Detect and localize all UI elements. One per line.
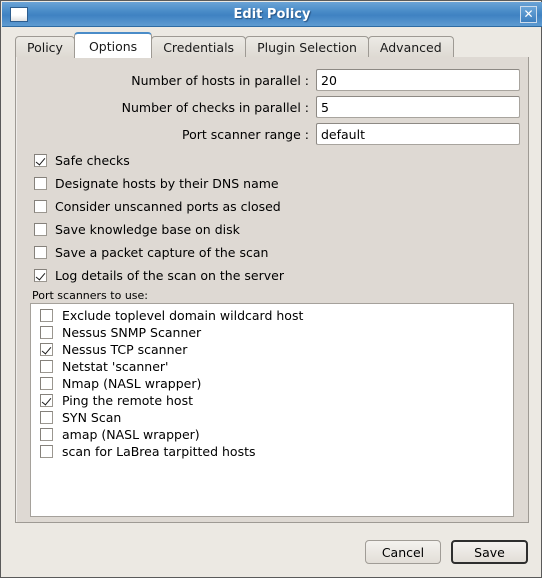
- list-item-label: Netstat 'scanner': [62, 359, 169, 374]
- checkbox-designate-hosts-dns[interactable]: [34, 177, 47, 190]
- checkbox-amap-nasl-wrapper[interactable]: [40, 428, 53, 441]
- cancel-button[interactable]: Cancel: [365, 540, 441, 564]
- option-log-scan-details[interactable]: Log details of the scan on the server: [34, 267, 284, 284]
- list-item-label: Ping the remote host: [62, 393, 193, 408]
- save-button[interactable]: Save: [451, 540, 528, 564]
- window-title: Edit Policy: [233, 6, 311, 22]
- list-item[interactable]: Nmap (NASL wrapper): [31, 375, 513, 392]
- list-item[interactable]: Nessus TCP scanner: [31, 341, 513, 358]
- label-port-scanner-range: Port scanner range :: [182, 126, 309, 142]
- checkbox-nessus-tcp-scanner[interactable]: [40, 343, 53, 356]
- checkbox-ping-remote-host[interactable]: [40, 394, 53, 407]
- field-row-hosts-parallel: Number of hosts in parallel :: [16, 69, 520, 91]
- checkbox-safe-checks[interactable]: [34, 154, 47, 167]
- list-item[interactable]: Ping the remote host: [31, 392, 513, 409]
- checkbox-nmap-nasl-wrapper[interactable]: [40, 377, 53, 390]
- option-label-log-scan-details: Log details of the scan on the server: [55, 268, 284, 283]
- option-label-safe-checks: Safe checks: [55, 153, 130, 168]
- input-hosts-parallel[interactable]: [316, 69, 520, 91]
- input-checks-parallel[interactable]: [316, 96, 520, 118]
- checkbox-nessus-snmp-scanner[interactable]: [40, 326, 53, 339]
- list-item-label: Nmap (NASL wrapper): [62, 376, 202, 391]
- option-label-save-knowledge-base: Save knowledge base on disk: [55, 222, 240, 237]
- list-item[interactable]: Netstat 'scanner': [31, 358, 513, 375]
- checkbox-log-scan-details[interactable]: [34, 269, 47, 282]
- list-item-label: scan for LaBrea tarpitted hosts: [62, 444, 256, 459]
- window-icon: [10, 6, 28, 22]
- edit-policy-window: Edit Policy ✕ Policy Options Credentials…: [0, 0, 542, 578]
- tab-credentials[interactable]: Credentials: [151, 36, 247, 58]
- port-scanners-group-label: Port scanners to use:: [32, 289, 148, 302]
- list-item[interactable]: SYN Scan: [31, 409, 513, 426]
- close-icon[interactable]: ✕: [520, 6, 537, 23]
- window-titlebar: Edit Policy ✕: [2, 2, 542, 27]
- tab-advanced[interactable]: Advanced: [367, 36, 454, 58]
- option-label-save-packet-capture: Save a packet capture of the scan: [55, 245, 269, 260]
- options-panel: Number of hosts in parallel : Number of …: [15, 57, 529, 523]
- checkbox-save-knowledge-base[interactable]: [34, 223, 47, 236]
- field-row-checks-parallel: Number of checks in parallel :: [16, 96, 520, 118]
- list-item-label: SYN Scan: [62, 410, 122, 425]
- label-hosts-parallel: Number of hosts in parallel :: [131, 72, 309, 88]
- option-label-unscanned-ports-closed: Consider unscanned ports as closed: [55, 199, 281, 214]
- list-item-label: Nessus TCP scanner: [62, 342, 188, 357]
- tab-policy[interactable]: Policy: [15, 36, 75, 58]
- option-designate-hosts-dns[interactable]: Designate hosts by their DNS name: [34, 175, 279, 192]
- option-label-designate-hosts-dns: Designate hosts by their DNS name: [55, 176, 279, 191]
- tab-options[interactable]: Options: [73, 32, 153, 58]
- option-unscanned-ports-closed[interactable]: Consider unscanned ports as closed: [34, 198, 281, 215]
- list-item[interactable]: Exclude toplevel domain wildcard host: [31, 307, 513, 324]
- label-checks-parallel: Number of checks in parallel :: [121, 99, 309, 115]
- input-port-scanner-range[interactable]: [316, 123, 520, 145]
- option-safe-checks[interactable]: Safe checks: [34, 152, 130, 169]
- option-save-packet-capture[interactable]: Save a packet capture of the scan: [34, 244, 268, 261]
- option-save-knowledge-base[interactable]: Save knowledge base on disk: [34, 221, 240, 238]
- tab-plugin-selection[interactable]: Plugin Selection: [245, 36, 369, 58]
- list-item-label: Exclude toplevel domain wildcard host: [62, 308, 304, 323]
- list-item[interactable]: scan for LaBrea tarpitted hosts: [31, 443, 513, 460]
- checkbox-syn-scan[interactable]: [40, 411, 53, 424]
- checkbox-exclude-toplevel-wildcard[interactable]: [40, 309, 53, 322]
- list-item-label: Nessus SNMP Scanner: [62, 325, 202, 340]
- checkbox-save-packet-capture[interactable]: [34, 246, 47, 259]
- checkbox-unscanned-ports-closed[interactable]: [34, 200, 47, 213]
- tab-bar: Policy Options Credentials Plugin Select…: [15, 32, 454, 58]
- checkbox-labrea-tarpitted-hosts[interactable]: [40, 445, 53, 458]
- list-item-label: amap (NASL wrapper): [62, 427, 200, 442]
- port-scanners-listbox[interactable]: Exclude toplevel domain wildcard host Ne…: [30, 303, 514, 517]
- field-row-port-scanner-range: Port scanner range :: [16, 123, 520, 145]
- checkbox-netstat-scanner[interactable]: [40, 360, 53, 373]
- list-item[interactable]: amap (NASL wrapper): [31, 426, 513, 443]
- list-item[interactable]: Nessus SNMP Scanner: [31, 324, 513, 341]
